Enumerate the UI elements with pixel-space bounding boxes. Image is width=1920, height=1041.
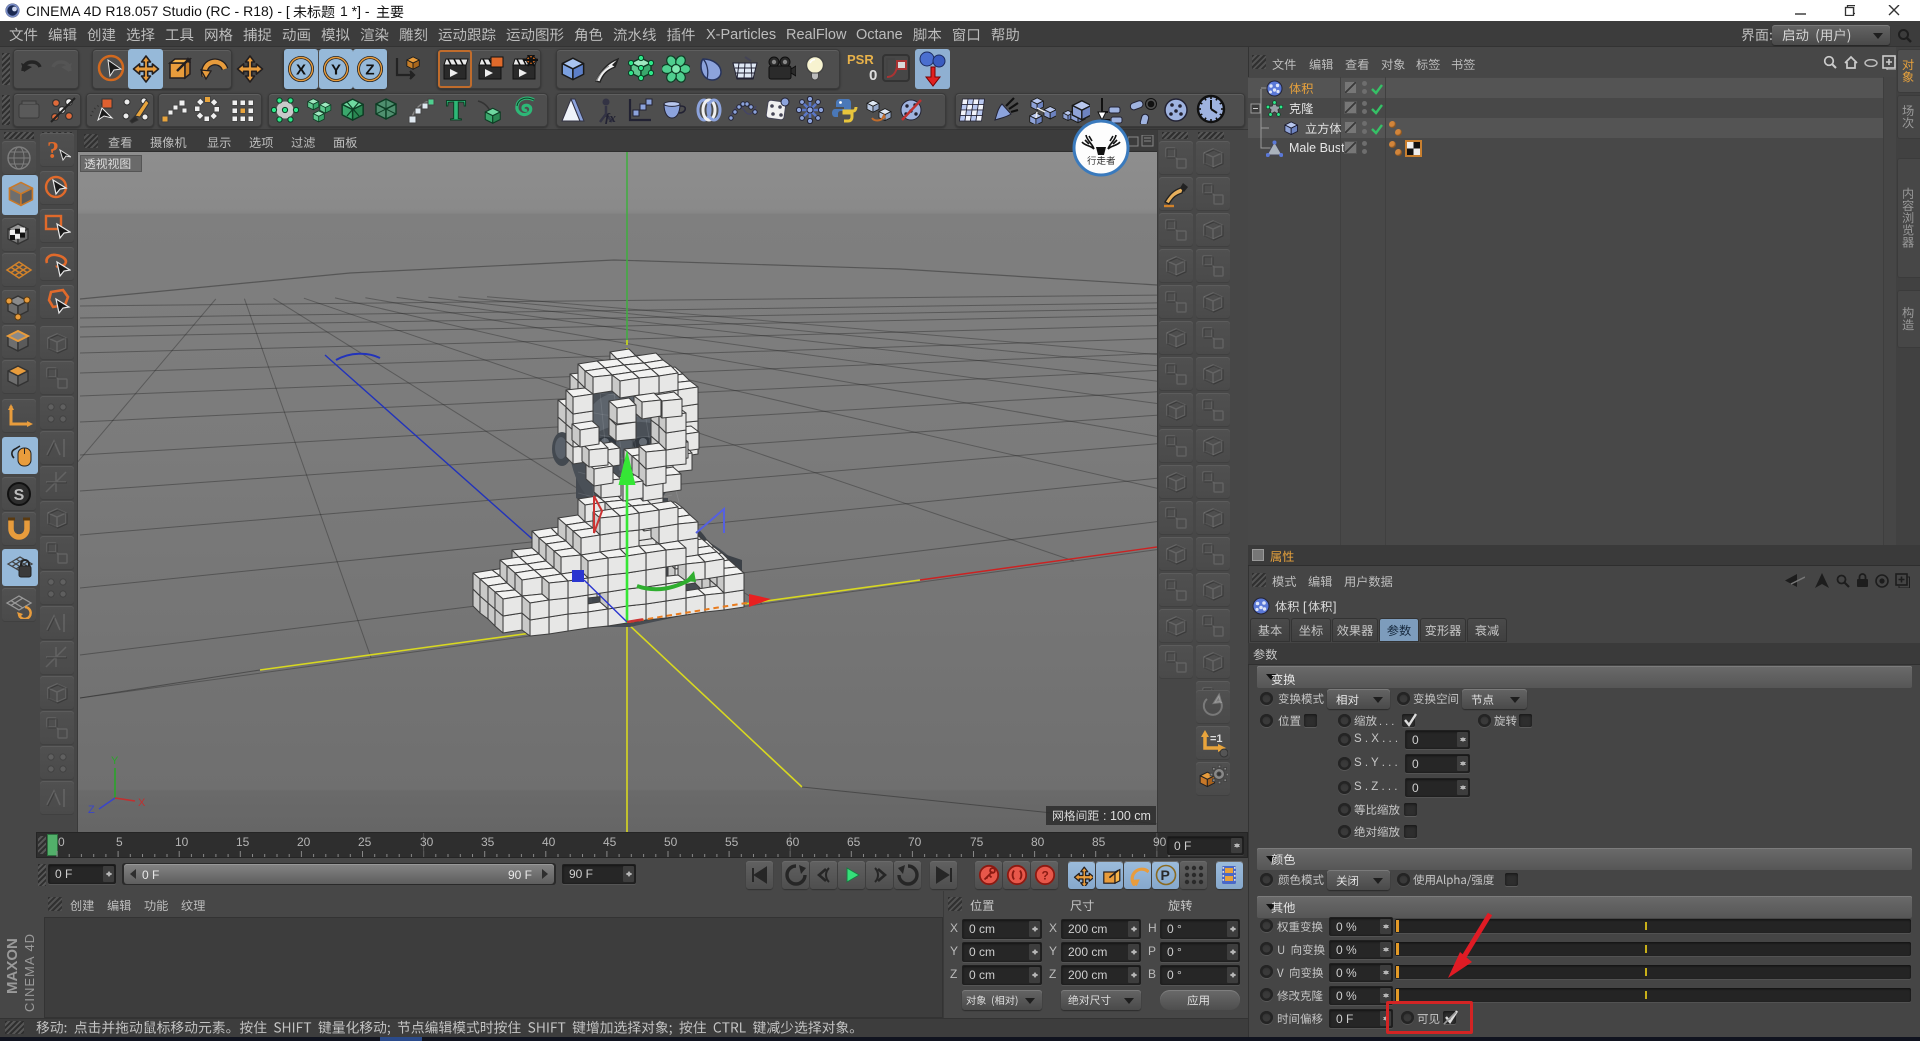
svg-text:=1: =1: [1210, 733, 1223, 745]
svg-text:?: ?: [1041, 869, 1048, 883]
svg-text:?: ?: [47, 138, 59, 164]
svg-text:P: P: [1160, 867, 1169, 883]
svg-text:X: X: [138, 797, 146, 809]
svg-text:PSR: PSR: [847, 52, 874, 67]
svg-text:Y: Y: [111, 755, 119, 767]
svg-text:X: X: [296, 62, 306, 79]
svg-text:T: T: [446, 94, 466, 124]
svg-text:S: S: [14, 487, 25, 504]
svg-text:Z: Z: [365, 62, 374, 79]
svg-text:Z: Z: [88, 804, 95, 816]
svg-text:0: 0: [869, 67, 877, 84]
svg-text:fx: fx: [605, 110, 616, 124]
svg-text:Y: Y: [330, 62, 340, 79]
